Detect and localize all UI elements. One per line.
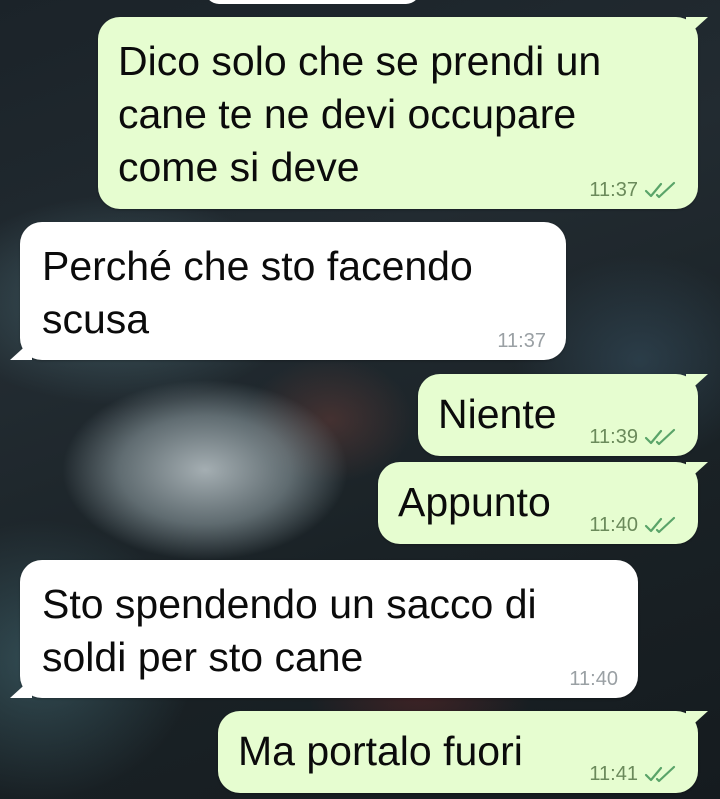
message-time: 11:37 <box>497 330 546 352</box>
message-meta: 11:37 <box>497 330 546 352</box>
message-bubble-outgoing[interactable]: Appunto 11:40 <box>378 462 708 544</box>
message-time: 11:40 <box>569 668 618 690</box>
chat-view[interactable]: Dico solo che se prendi un cane te ne de… <box>0 0 720 799</box>
double-check-icon <box>644 428 676 446</box>
message-bubble-incoming[interactable]: Perché che sto facendo scusa 11:37 <box>10 222 566 360</box>
message-bubble-outgoing[interactable]: Ma portalo fuori 11:41 <box>218 711 708 793</box>
message-meta: 11:37 <box>589 179 678 201</box>
double-check-icon <box>644 181 676 199</box>
previous-message-bubble-edge <box>205 0 420 4</box>
message-text: Sto spendendo un sacco di soldi per sto … <box>42 581 537 680</box>
double-check-icon <box>644 516 676 534</box>
message-text: Dico solo che se prendi un cane te ne de… <box>118 38 602 190</box>
message-time: 11:40 <box>589 514 638 536</box>
message-time: 11:41 <box>589 763 638 785</box>
message-meta: 11:41 <box>589 763 678 785</box>
message-time: 11:39 <box>589 426 638 448</box>
message-text: Perché che sto facendo scusa <box>42 243 473 342</box>
message-bubble-outgoing[interactable]: Niente 11:39 <box>418 374 708 456</box>
double-check-icon <box>644 765 676 783</box>
message-time: 11:37 <box>589 179 638 201</box>
message-meta: 11:40 <box>589 514 678 536</box>
message-bubble-incoming[interactable]: Sto spendendo un sacco di soldi per sto … <box>10 560 638 698</box>
message-meta: 11:40 <box>569 668 618 690</box>
message-meta: 11:39 <box>589 426 678 448</box>
message-bubble-outgoing[interactable]: Dico solo che se prendi un cane te ne de… <box>98 17 708 209</box>
